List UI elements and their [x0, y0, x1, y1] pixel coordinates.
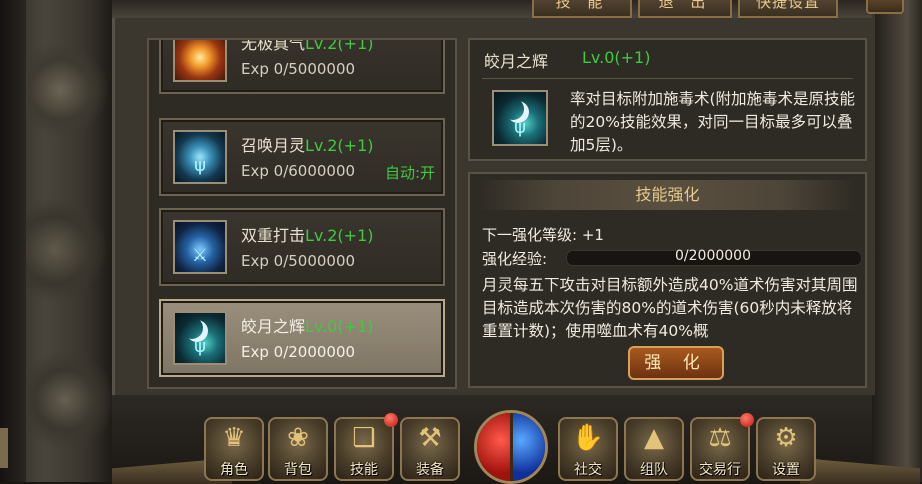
- skill-exp: Exp 0/2000000: [241, 343, 356, 361]
- skill-name: 双重打击Lv.2(+1): [241, 226, 374, 245]
- tab-exit[interactable]: 退 出: [638, 0, 732, 18]
- character-icon: ♛: [222, 423, 246, 453]
- stone-frame-right: [872, 0, 922, 482]
- edge-handle-icon[interactable]: [0, 428, 8, 468]
- skill-exp: Exp 0/6000000: [241, 162, 356, 180]
- enhance-exp-label: 强化经验:: [482, 250, 548, 268]
- nav-trade-button[interactable]: ⚖ 交易行: [690, 413, 754, 481]
- detail-title: 皎月之辉: [484, 52, 549, 71]
- next-enhance-level: 下一强化等级: +1: [482, 226, 604, 244]
- nav-team-button[interactable]: ▲ 组队: [624, 417, 684, 481]
- team-icon: ▲: [644, 423, 664, 453]
- double-strike-icon: ⚔: [173, 220, 227, 274]
- stone-frame-left: [0, 0, 112, 482]
- enhance-button[interactable]: 强 化: [628, 346, 724, 380]
- spirit-summon-icon: ψ: [173, 130, 227, 184]
- skill-exp: Exp 0/5000000: [241, 252, 356, 270]
- mp-half: [511, 413, 545, 481]
- nav-settings-button[interactable]: ⚙ 设置: [756, 417, 816, 481]
- nav-label: 社交: [574, 462, 602, 478]
- skill-item-summon-moon-spirit[interactable]: ψ 召唤月灵Lv.2(+1) Exp 0/6000000 自动:开: [159, 118, 445, 196]
- notification-badge: [384, 413, 398, 427]
- nav-social-button[interactable]: ✋ 社交: [558, 417, 618, 481]
- skill-book-icon: ❏: [352, 423, 376, 453]
- nav-bag-button[interactable]: ❀ 背包: [268, 417, 328, 481]
- divider: [482, 78, 853, 79]
- hp-half: [477, 413, 511, 481]
- moon-glow-icon: ψ: [492, 90, 548, 146]
- skill-enhance-panel: 技能强化 下一强化等级: +1 强化经验: 0/2000000 月灵每五下攻击对…: [468, 172, 867, 388]
- social-icon: ✋: [571, 423, 605, 453]
- enhance-description[interactable]: 月灵每五下攻击对目标额外造成40%道术伤害对其周围目标造成本次伤害的80%的道术…: [482, 274, 862, 342]
- enhance-header: 技能强化: [478, 180, 857, 210]
- enhance-exp-value: 0/2000000: [675, 248, 751, 264]
- skill-item-double-strike[interactable]: ⚔ 双重打击Lv.2(+1) Exp 0/5000000: [159, 208, 445, 286]
- skill-name: 无极真气Lv.2(+1): [241, 38, 374, 53]
- detail-description: 率对目标附加施毒术(附加施毒术是原技能的20%技能效果，对同一目标最多可以叠加5…: [570, 90, 856, 154]
- nav-label: 角色: [220, 462, 248, 478]
- nav-character-button[interactable]: ♛ 角色: [204, 417, 264, 481]
- skill-name: 召唤月灵Lv.2(+1): [241, 136, 374, 155]
- skill-item-moon-glow[interactable]: ψ 皎月之辉Lv.0(+1) Exp 0/2000000: [159, 299, 445, 377]
- detail-level: Lv.0(+1): [582, 48, 651, 67]
- nav-skills-button[interactable]: ❏ 技能: [334, 413, 398, 481]
- nav-label: 交易行: [699, 462, 741, 478]
- equipment-icon: ⚒: [418, 423, 442, 453]
- settings-icon: ⚙: [774, 423, 798, 453]
- close-gem-icon[interactable]: [866, 0, 904, 14]
- nav-label: 装备: [416, 462, 444, 478]
- skill-list[interactable]: 无极真气Lv.2(+1) Exp 0/5000000 ψ 召唤月灵Lv.2(+1…: [147, 38, 457, 389]
- bag-icon: ❀: [287, 423, 309, 453]
- nav-label: 组队: [640, 462, 668, 478]
- orb-divider: [510, 413, 513, 481]
- nav-label: 背包: [284, 462, 312, 478]
- skill-exp: Exp 0/5000000: [241, 60, 356, 78]
- skill-detail-panel: 皎月之辉 Lv.0(+1) ψ 率对目标附加施毒术(附加施毒术是原技能的20%技…: [468, 38, 867, 161]
- trade-icon: ⚖: [708, 423, 732, 453]
- nav-equipment-button[interactable]: ⚒ 装备: [400, 417, 460, 481]
- nav-label: 技能: [350, 462, 378, 478]
- tab-quick-settings[interactable]: 快捷设置: [738, 0, 838, 18]
- moon-glow-icon: ψ: [173, 311, 227, 365]
- hp-mp-orb[interactable]: [474, 410, 548, 484]
- skill-item-wuji[interactable]: 无极真气Lv.2(+1) Exp 0/5000000: [159, 38, 445, 94]
- skill-name: 皎月之辉Lv.0(+1): [241, 317, 374, 336]
- tab-skills[interactable]: 技 能: [532, 0, 632, 18]
- notification-badge: [740, 413, 754, 427]
- nav-label: 设置: [772, 462, 800, 478]
- auto-cast-toggle[interactable]: 自动:开: [385, 162, 435, 183]
- fire-orb-icon: [173, 40, 227, 82]
